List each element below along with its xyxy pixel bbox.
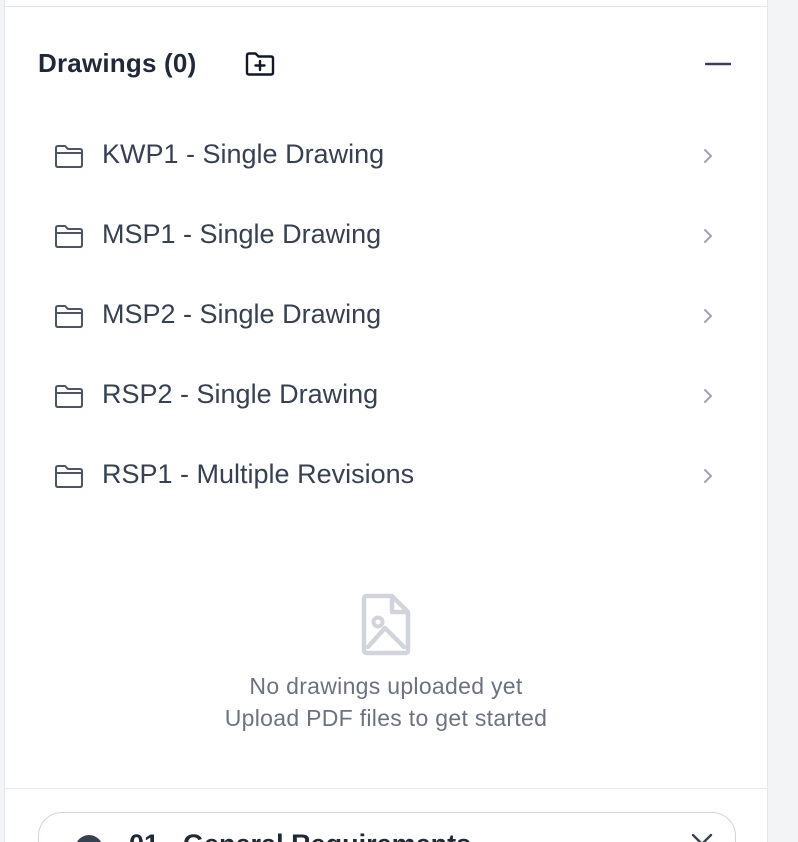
- chevron-right-icon: [704, 149, 712, 163]
- folder-icon: [55, 225, 83, 248]
- chevron-right-icon: [704, 389, 712, 403]
- folder-item[interactable]: MSP2 - Single Drawing: [38, 276, 738, 356]
- folder-icon: [55, 305, 83, 328]
- chevron-right-icon: [704, 309, 712, 323]
- empty-state-title: No drawings uploaded yet: [249, 673, 523, 699]
- next-section-card[interactable]: 01 - General Requirements: [38, 812, 736, 842]
- bottom-divider: [5, 788, 767, 789]
- section-title: Drawings (0): [38, 48, 197, 78]
- folder-label: MSP2 - Single Drawing: [102, 299, 382, 329]
- folder-label: MSP1 - Single Drawing: [102, 219, 382, 249]
- chevron-right-icon: [704, 469, 712, 483]
- drawings-section-header: Drawings (0): [38, 44, 738, 84]
- minus-icon: [705, 62, 731, 66]
- folder-list: KWP1 - Single Drawing MSP1 - Single Draw…: [38, 116, 738, 516]
- folder-label: KWP1 - Single Drawing: [102, 139, 385, 169]
- drawings-panel: Drawings (0) KWP1 - Single Drawing MSP1 …: [4, 0, 768, 842]
- folder-icon: [55, 465, 83, 488]
- folder-label: RSP1 - Multiple Revisions: [102, 459, 415, 489]
- folder-item[interactable]: MSP1 - Single Drawing: [38, 196, 738, 276]
- chevron-right-icon: [704, 229, 712, 243]
- folder-icon: [55, 385, 83, 408]
- top-divider: [5, 6, 767, 7]
- folder-item[interactable]: KWP1 - Single Drawing: [38, 116, 738, 196]
- empty-state: No drawings uploaded yet Upload PDF file…: [5, 592, 767, 734]
- folder-item[interactable]: RSP1 - Multiple Revisions: [38, 436, 738, 516]
- next-section-title: 01 - General Requirements: [129, 829, 471, 842]
- folder-label: RSP2 - Single Drawing: [102, 379, 379, 409]
- folder-plus-icon: [245, 52, 275, 76]
- close-icon[interactable]: [689, 831, 715, 842]
- new-folder-button[interactable]: [244, 48, 276, 80]
- status-dot-icon: [75, 835, 103, 842]
- folder-icon: [55, 145, 83, 168]
- folder-item[interactable]: RSP2 - Single Drawing: [38, 356, 738, 436]
- empty-state-hint: Upload PDF files to get started: [224, 705, 548, 731]
- image-file-icon: [361, 593, 411, 656]
- collapse-section-button[interactable]: [702, 50, 734, 78]
